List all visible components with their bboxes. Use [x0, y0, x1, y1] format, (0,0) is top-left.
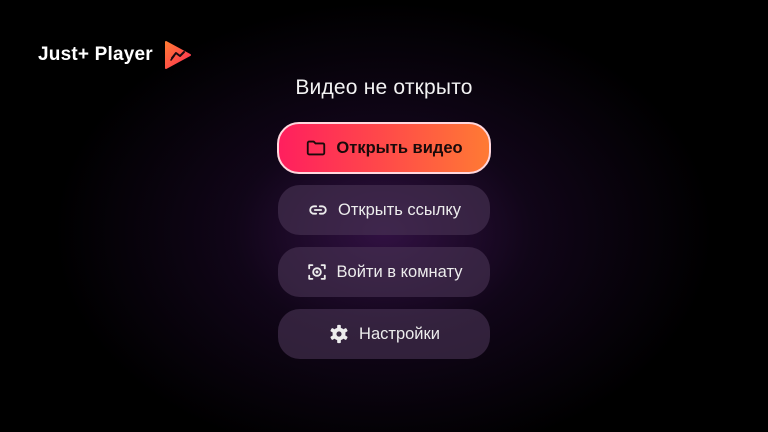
app-name: Just+ Player [38, 44, 153, 65]
main-screen: Just+ Player Видео не открыто Открыть ви… [0, 0, 768, 432]
video-not-opened-title: Видео не открыто [295, 76, 473, 99]
join-room-label: Войти в комнату [336, 262, 463, 281]
open-video-button[interactable]: Открыть видео [277, 122, 491, 174]
main-menu: Открыть видео Открыть ссылку Войти в ком… [277, 122, 491, 371]
link-icon [309, 205, 327, 215]
folder-icon [307, 140, 326, 156]
settings-button[interactable]: Настройки [278, 309, 490, 359]
settings-label: Настройки [359, 324, 440, 343]
room-target-icon [307, 264, 326, 280]
play-triangle-logo-icon [164, 41, 191, 69]
app-brand: Just+ Player [38, 40, 192, 70]
open-video-label: Открыть видео [336, 138, 463, 157]
join-room-button[interactable]: Войти в комнату [278, 247, 490, 297]
open-link-label: Открыть ссылку [337, 200, 462, 219]
open-link-button[interactable]: Открыть ссылку [278, 185, 490, 235]
gear-icon [330, 324, 348, 344]
